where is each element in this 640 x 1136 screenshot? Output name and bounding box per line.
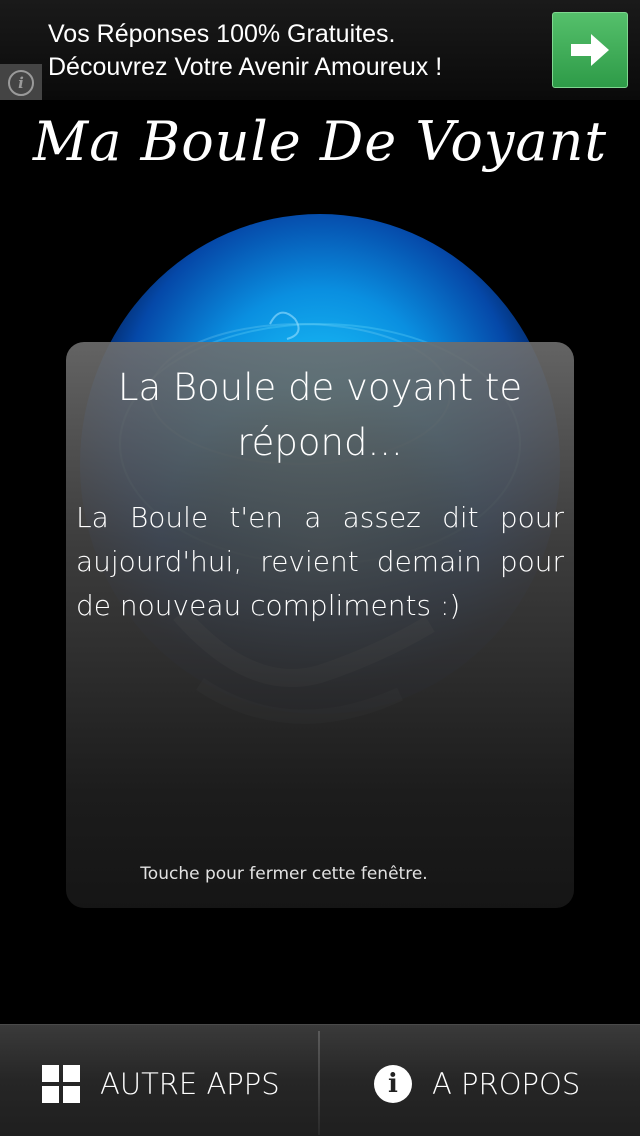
about-label: A PROPOS bbox=[432, 1067, 581, 1101]
popup-close-hint: Touche pour fermer cette fenêtre. bbox=[140, 864, 428, 884]
ad-open-button[interactable] bbox=[552, 12, 628, 88]
popup-message: La Boule t'en a assez dit pour aujourd'h… bbox=[76, 501, 564, 622]
ad-banner[interactable]: Vos Réponses 100% Gratuites. Découvrez V… bbox=[0, 0, 640, 100]
about-button[interactable]: i A PROPOS bbox=[320, 1025, 640, 1136]
ad-text[interactable]: Vos Réponses 100% Gratuites. Découvrez V… bbox=[48, 18, 538, 84]
grid-icon bbox=[42, 1065, 80, 1103]
arrow-right-icon bbox=[571, 34, 609, 66]
ad-subline: Découvrez Votre Avenir Amoureux ! bbox=[48, 53, 443, 81]
screen: Vos Réponses 100% Gratuites. Découvrez V… bbox=[0, 0, 640, 1136]
info-circle-icon: i bbox=[374, 1065, 412, 1103]
popup-title: La Boule de voyant te répond... bbox=[117, 366, 523, 464]
response-popup[interactable]: La Boule de voyant te répond... La Boule… bbox=[66, 342, 574, 908]
info-icon: i bbox=[8, 70, 34, 96]
bottom-bar: AUTRE APPS i A PROPOS bbox=[0, 1024, 640, 1136]
ad-headline: Vos Réponses 100% Gratuites. bbox=[48, 20, 396, 48]
other-apps-button[interactable]: AUTRE APPS bbox=[0, 1025, 319, 1136]
app-title: Ma Boule De Voyant bbox=[32, 110, 608, 173]
other-apps-label: AUTRE APPS bbox=[100, 1067, 280, 1101]
ad-info-button[interactable]: i bbox=[0, 64, 42, 100]
